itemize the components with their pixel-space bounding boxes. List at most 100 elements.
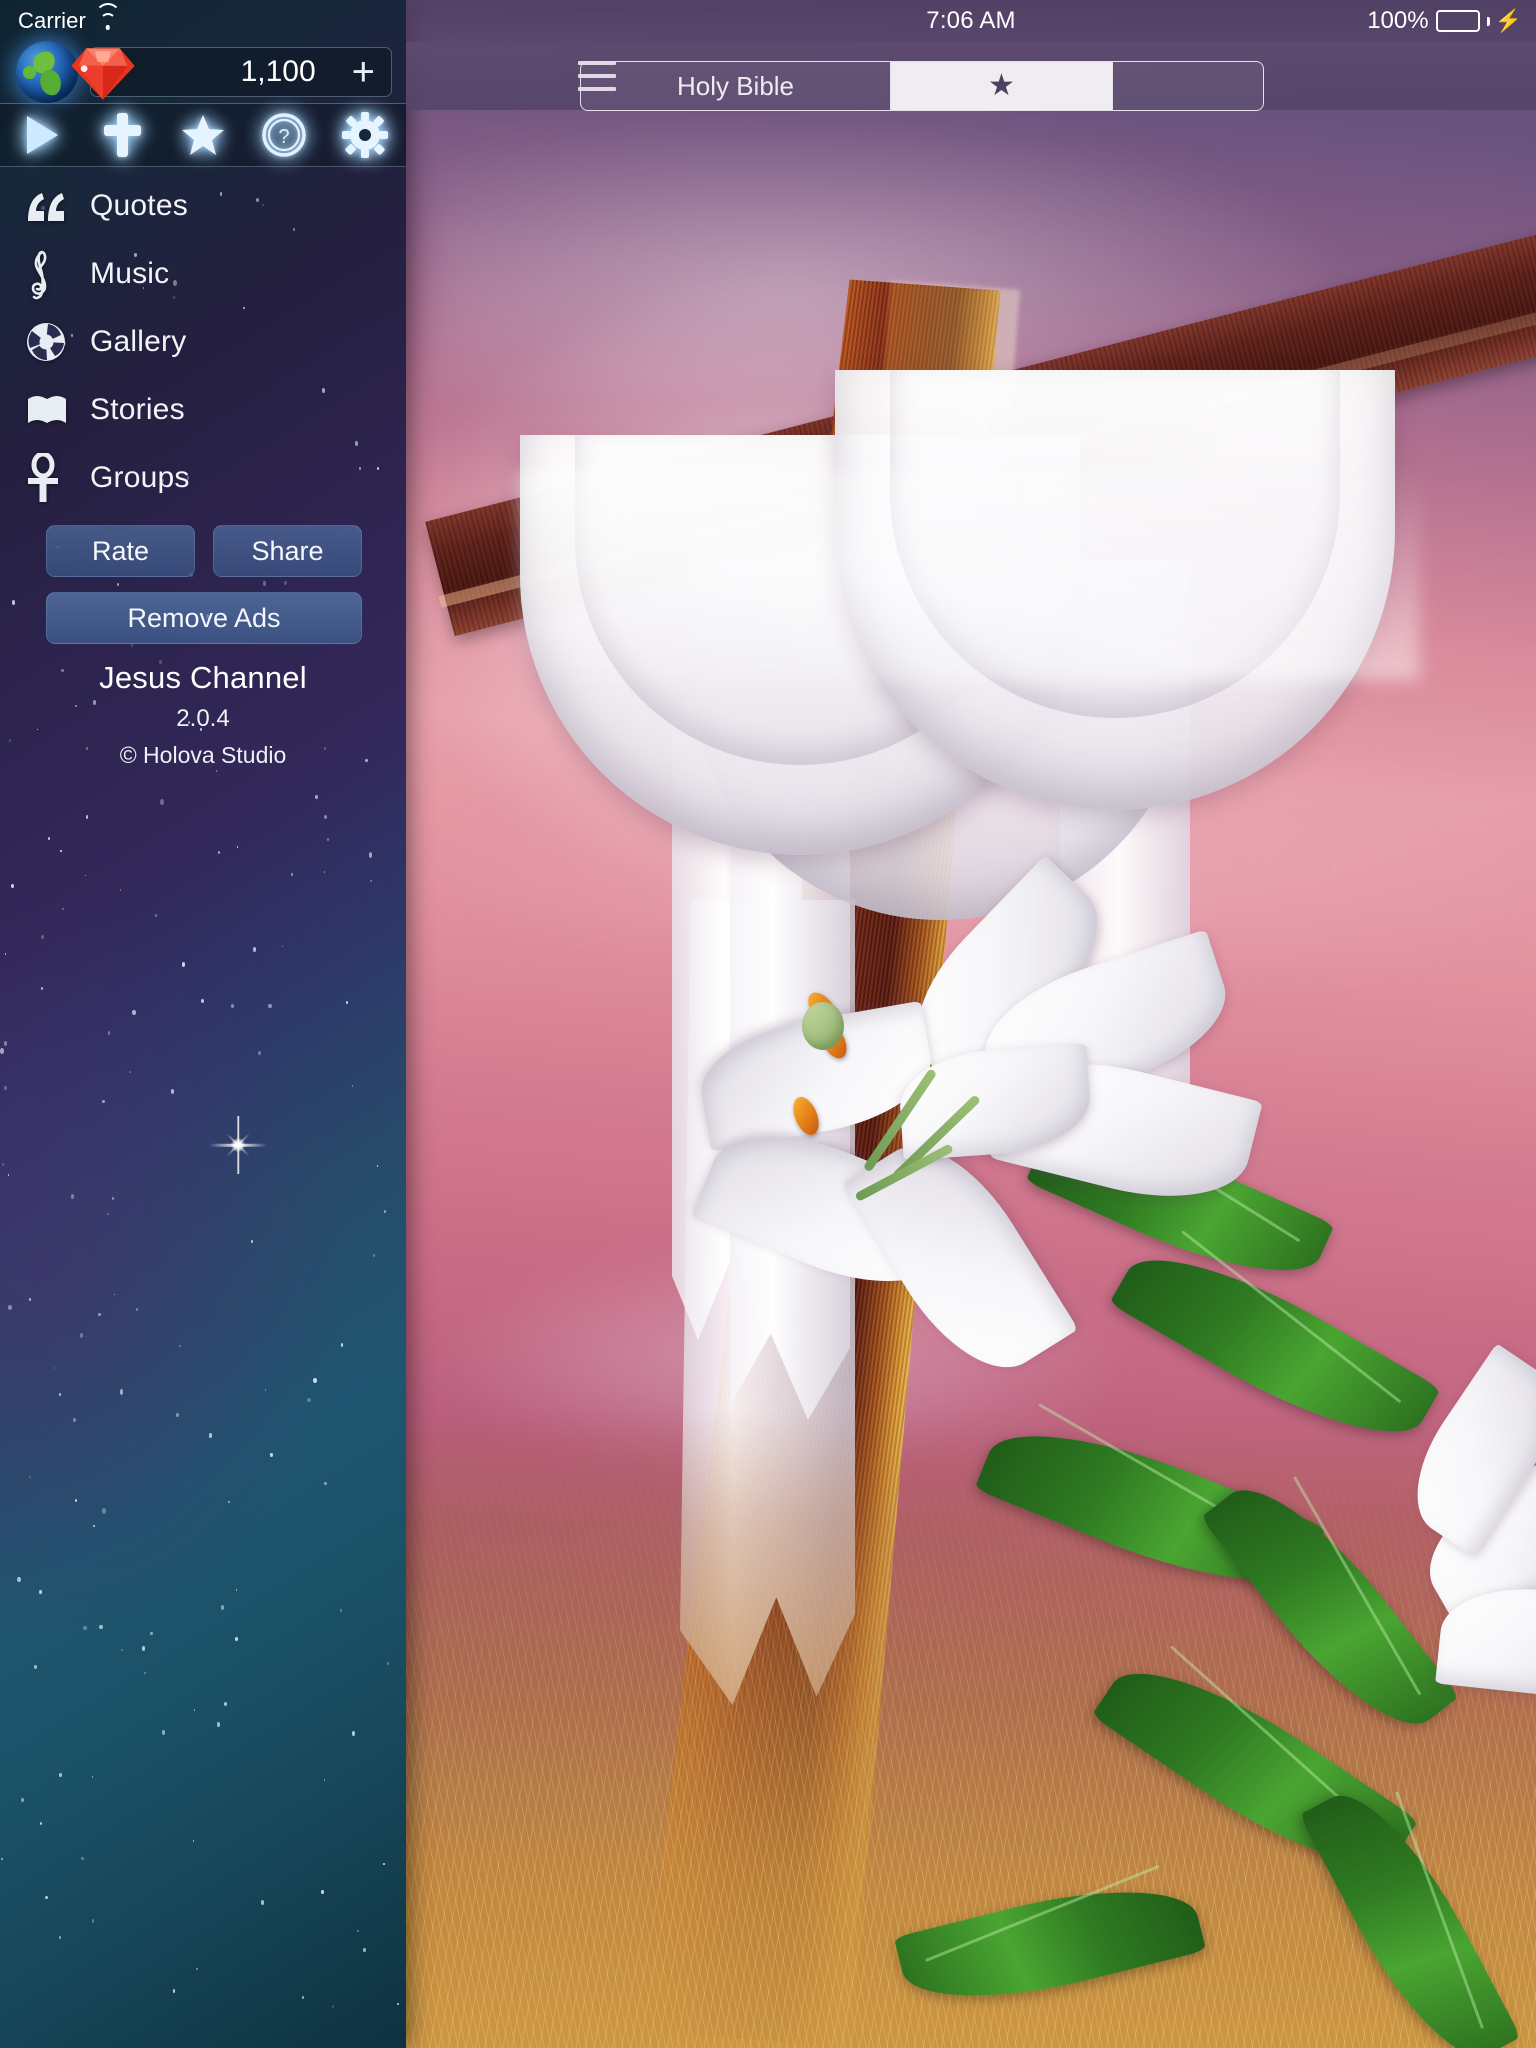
battery-cap	[1486, 16, 1490, 26]
star-icon: ★	[988, 69, 1015, 102]
star	[17, 1577, 21, 1583]
star	[136, 1308, 139, 1312]
star	[81, 1857, 84, 1861]
play-icon[interactable]	[12, 109, 70, 161]
star	[324, 1482, 327, 1486]
gem-counter[interactable]: 1,100 +	[71, 47, 392, 100]
star	[85, 875, 87, 877]
segmented-control[interactable]: Holy Bible ★	[580, 61, 1264, 111]
star	[48, 837, 51, 841]
star	[176, 1413, 180, 1417]
menu-item-stories[interactable]: Stories	[0, 376, 406, 444]
star	[114, 1294, 116, 1296]
star	[369, 852, 373, 858]
star	[80, 1333, 83, 1338]
star	[21, 1798, 24, 1803]
star	[8, 1305, 12, 1310]
star	[93, 1525, 95, 1528]
segment-holy-bible[interactable]: Holy Bible	[581, 62, 891, 110]
open-book-icon	[26, 393, 76, 427]
svg-text:?: ?	[279, 126, 290, 148]
star	[144, 1672, 146, 1674]
star	[291, 873, 293, 877]
star	[11, 884, 14, 888]
star	[59, 1936, 61, 1940]
star	[155, 914, 158, 917]
star	[332, 2005, 335, 2008]
star	[196, 1968, 198, 1971]
star	[193, 1840, 195, 1842]
star	[346, 1001, 349, 1004]
lightning-bolt-icon: ⚡	[1494, 8, 1522, 33]
menu-item-groups[interactable]: Groups	[0, 444, 406, 512]
remove-ads-button[interactable]: Remove Ads	[46, 592, 362, 644]
lily-leaf	[1298, 1771, 1522, 2048]
star	[1, 1858, 3, 1860]
star	[231, 1004, 234, 1008]
star	[218, 851, 220, 854]
star	[86, 815, 89, 819]
star	[251, 1240, 253, 1244]
lily-leaf	[893, 1865, 1207, 2023]
star	[201, 999, 204, 1003]
star	[54, 1367, 56, 1369]
star	[92, 1919, 95, 1923]
wifi-icon	[94, 2, 121, 31]
star	[236, 1589, 238, 1592]
star	[253, 947, 256, 952]
drawer-header: 1,100 +	[0, 41, 406, 103]
rate-button[interactable]: Rate	[46, 525, 195, 577]
menu-item-label: Stories	[90, 393, 185, 426]
star	[228, 1501, 231, 1504]
star	[0, 1048, 4, 1054]
star	[62, 908, 64, 910]
segment-third[interactable]	[1113, 62, 1263, 110]
star	[384, 1210, 386, 1213]
star	[373, 1254, 375, 1258]
star	[112, 1197, 115, 1200]
drawer-toolbar: ?	[0, 103, 406, 167]
battery-full-icon	[1435, 10, 1480, 32]
star	[5, 953, 7, 956]
star	[173, 1989, 176, 1993]
star	[162, 1730, 165, 1735]
quote-icon	[26, 191, 76, 221]
star	[60, 850, 62, 852]
star	[39, 1590, 43, 1594]
star	[99, 1625, 103, 1629]
star	[129, 1071, 131, 1073]
star	[270, 1453, 273, 1458]
star-icon[interactable]	[174, 109, 232, 161]
star	[340, 1609, 342, 1613]
star	[120, 889, 122, 891]
star	[121, 1649, 123, 1651]
share-button[interactable]: Share	[213, 525, 362, 577]
segment-favorites[interactable]: ★	[891, 62, 1113, 110]
star	[102, 1100, 105, 1104]
star	[352, 1731, 355, 1736]
star	[83, 1626, 87, 1630]
star	[313, 1378, 317, 1383]
help-icon[interactable]: ?	[255, 109, 313, 161]
star	[29, 1476, 31, 1478]
add-gems-button[interactable]: +	[352, 52, 375, 92]
star	[284, 581, 287, 586]
treble-clef-icon	[26, 248, 76, 300]
star	[132, 1010, 136, 1016]
star	[327, 838, 329, 841]
star	[41, 935, 45, 940]
star	[92, 1776, 94, 1778]
app-name: Jesus Channel	[99, 660, 307, 695]
menu-item-quotes[interactable]: Quotes	[0, 172, 406, 240]
cross-icon[interactable]	[93, 109, 151, 161]
gear-icon[interactable]	[336, 109, 394, 161]
star	[387, 1662, 389, 1666]
star	[131, 644, 133, 647]
menu-item-label: Groups	[90, 461, 190, 494]
menu-item-music[interactable]: Music	[0, 240, 406, 308]
navigation-bar: Holy Bible ★	[406, 42, 1536, 111]
star	[263, 581, 266, 586]
menu-item-gallery[interactable]: Gallery	[0, 308, 406, 376]
star	[209, 1433, 212, 1438]
star	[41, 987, 44, 990]
